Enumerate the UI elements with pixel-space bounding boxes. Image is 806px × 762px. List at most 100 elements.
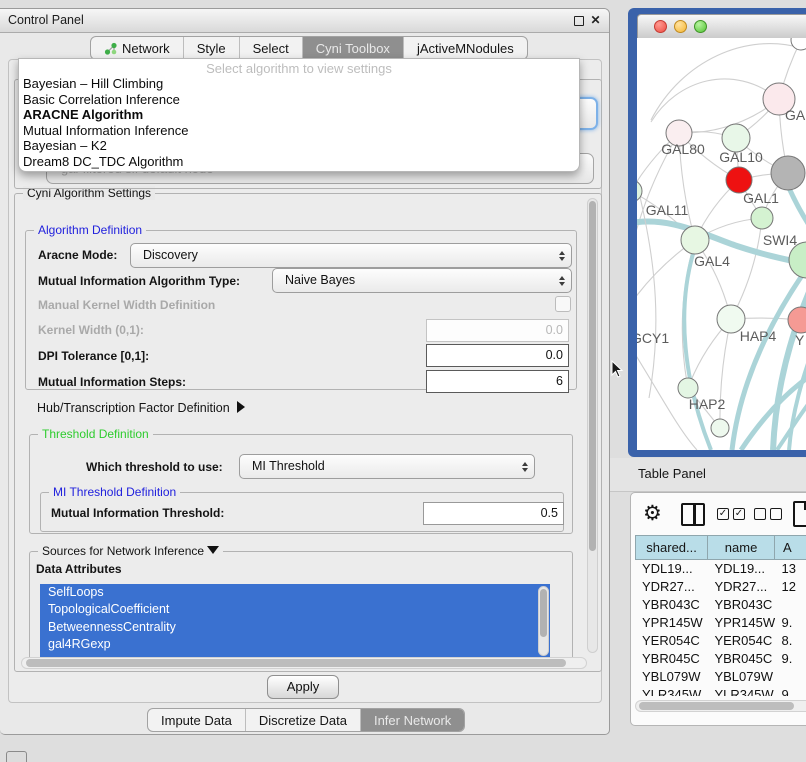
- node-label-gal11: GAL11: [646, 202, 689, 218]
- attribute-item-topologicalcoefficient[interactable]: TopologicalCoefficient: [40, 601, 550, 618]
- main-tabs: NetworkStyleSelectCyni ToolboxjActiveMNo…: [90, 36, 528, 60]
- hub-definition-label[interactable]: Hub/Transcription Factor Definition: [37, 401, 245, 415]
- column-header-name[interactable]: name: [707, 535, 774, 560]
- table-cell: 9.: [775, 614, 806, 632]
- kernel-width-label: Kernel Width (0,1):: [38, 323, 144, 337]
- column-header-shared[interactable]: shared...: [635, 535, 707, 560]
- table-panel-title: Table Panel: [638, 466, 706, 481]
- tab-network[interactable]: Network: [91, 37, 184, 59]
- table-cell: YDL19...: [635, 560, 707, 578]
- tab-discretize-data[interactable]: Discretize Data: [246, 709, 361, 731]
- float-window-icon[interactable]: [572, 14, 585, 27]
- network-node-gal10[interactable]: [722, 124, 750, 152]
- gear-icon[interactable]: ⚙: [643, 503, 662, 525]
- mi-type-value: Naive Bayes: [285, 273, 355, 287]
- new-table-icon[interactable]: [793, 501, 806, 527]
- dpi-tolerance-label: DPI Tolerance [0,1]:: [38, 349, 149, 363]
- algorithm-option-bayesian-k2[interactable]: Bayesian – K2: [19, 138, 579, 154]
- table-row[interactable]: YDR27...YDR27...12: [635, 578, 806, 596]
- attribute-item-betweennesscentrality[interactable]: BetweennessCentrality: [40, 619, 550, 636]
- control-panel-window: Control Panel ✕ NetworkStyleSelectCyni T…: [0, 8, 610, 735]
- hub-definition-text: Hub/Transcription Factor Definition: [37, 401, 230, 415]
- mi-steps-field[interactable]: 6: [426, 370, 569, 393]
- data-attributes-list[interactable]: SelfLoopsTopologicalCoefficientBetweenne…: [40, 584, 550, 660]
- aracne-mode-combo[interactable]: Discovery: [130, 243, 572, 268]
- stepper-icon: [559, 244, 565, 267]
- tab-infer-network[interactable]: Infer Network: [361, 709, 464, 731]
- column-header-a[interactable]: A: [774, 535, 806, 560]
- network-node[interactable]: [711, 419, 729, 437]
- network-node[interactable]: [771, 156, 805, 190]
- algorithm-definition-group: Algorithm Definition Aracne Mode: Discov…: [25, 230, 577, 390]
- network-node[interactable]: [791, 38, 806, 50]
- algorithm-selection-popup: Select algorithm to view settings Bayesi…: [18, 58, 580, 172]
- table-cell: YBR043C: [635, 596, 707, 614]
- network-node-y[interactable]: [788, 307, 806, 333]
- mi-threshold-field[interactable]: 0.5: [423, 502, 564, 525]
- table-cell: YER054C: [707, 632, 774, 650]
- sources-title[interactable]: Sources for Network Inference: [38, 544, 223, 558]
- tab-label: Discretize Data: [259, 713, 347, 728]
- dpi-tolerance-field[interactable]: 0.0: [426, 344, 569, 367]
- settings-vscrollbar[interactable]: [587, 198, 598, 653]
- manual-kernel-checkbox[interactable]: [555, 296, 571, 312]
- which-threshold-combo[interactable]: MI Threshold: [239, 454, 535, 479]
- network-node-hap2[interactable]: [678, 378, 698, 398]
- mouse-cursor: [611, 360, 625, 380]
- tab-jactivemnodules[interactable]: jActiveMNodules: [404, 37, 527, 59]
- deselect-all-icon[interactable]: [754, 508, 782, 520]
- mac-minimize-button[interactable]: [674, 20, 687, 33]
- table-row[interactable]: YBL079WYBL079W: [635, 668, 806, 686]
- sources-group: Sources for Network Inference Data Attri…: [29, 551, 573, 661]
- algorithm-option-basic-correlation-inference[interactable]: Basic Correlation Inference: [19, 92, 579, 108]
- algorithm-option-aracne-algorithm[interactable]: ARACNE Algorithm: [19, 107, 579, 123]
- attributes-scrollbar[interactable]: [538, 586, 549, 656]
- table-cell: YPR145W: [635, 614, 707, 632]
- algorithm-option-dream8-dc-tdc-algorithm[interactable]: Dream8 DC_TDC Algorithm: [19, 154, 579, 170]
- tab-cyni-toolbox[interactable]: Cyni Toolbox: [303, 37, 404, 59]
- attribute-item-gal4rgexp[interactable]: gal4RGexp: [40, 636, 550, 653]
- kernel-width-field[interactable]: 0.0: [426, 319, 569, 342]
- mac-close-button[interactable]: [654, 20, 667, 33]
- expand-arrow-icon[interactable]: [237, 401, 245, 413]
- network-node-gal1[interactable]: [751, 207, 773, 229]
- aracne-mode-value: Discovery: [143, 248, 198, 262]
- table-row[interactable]: YBR043CYBR043C: [635, 596, 806, 614]
- close-panel-icon[interactable]: ✕: [589, 14, 602, 27]
- table-row[interactable]: YPR145WYPR145W9.: [635, 614, 806, 632]
- select-all-icon[interactable]: ✓✓: [717, 508, 745, 520]
- table-cell: 9.: [775, 650, 806, 668]
- manual-kernel-label: Manual Kernel Width Definition: [38, 298, 215, 312]
- algorithm-option-bayesian-hill-climbing[interactable]: Bayesian – Hill Climbing: [19, 76, 579, 92]
- node-label-gal: GAL: [785, 107, 806, 123]
- mi-type-combo[interactable]: Naive Bayes: [272, 268, 572, 293]
- table-cell: YBL079W: [635, 668, 707, 686]
- tab-style[interactable]: Style: [184, 37, 240, 59]
- algorithm-option-mutual-information-inference[interactable]: Mutual Information Inference: [19, 123, 579, 139]
- table-row[interactable]: YER054CYER054C8.: [635, 632, 806, 650]
- mac-zoom-button[interactable]: [694, 20, 707, 33]
- collapse-arrow-icon[interactable]: [207, 546, 219, 554]
- tab-select[interactable]: Select: [240, 37, 303, 59]
- node-label-gcy1: GCY1: [637, 330, 669, 346]
- apply-button[interactable]: Apply: [267, 675, 339, 699]
- mi-threshold-title: MI Threshold Definition: [49, 485, 180, 499]
- popup-placeholder: Select algorithm to view settings: [19, 59, 579, 76]
- attribute-item-selfloops[interactable]: SelfLoops: [40, 584, 550, 601]
- settings-hscrollbar[interactable]: [21, 657, 587, 669]
- float-window-glyph: [574, 16, 584, 26]
- table-row[interactable]: YLR345WYLR345W9.: [635, 686, 806, 696]
- network-window-titlebar[interactable]: [637, 14, 806, 39]
- node-label-y: Y: [795, 332, 805, 348]
- network-node-gal4[interactable]: [681, 226, 709, 254]
- table-row[interactable]: YDL19...YDL19...13: [635, 560, 806, 578]
- network-edge: [731, 218, 762, 319]
- table-hscrollbar[interactable]: [635, 700, 806, 712]
- minimized-panel-icon[interactable]: [6, 751, 27, 762]
- network-canvas[interactable]: GALGAL80GAL10GAL1GAL11SWI4GAL4GCY1HAP4YH…: [637, 38, 806, 450]
- split-columns-icon[interactable]: [681, 503, 705, 526]
- tab-impute-data[interactable]: Impute Data: [148, 709, 246, 731]
- table-row[interactable]: YBR045CYBR045C9.: [635, 650, 806, 668]
- network-node-gal11[interactable]: [637, 180, 642, 202]
- table-cell: [775, 596, 806, 614]
